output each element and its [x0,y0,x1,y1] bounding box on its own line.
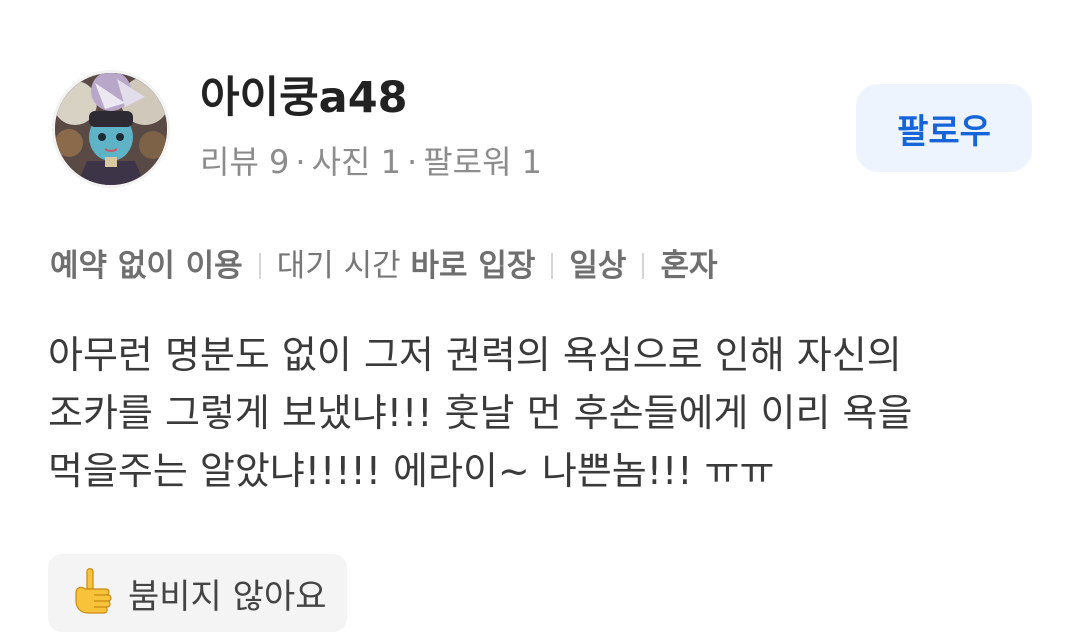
review-line: 조카를 그렇게 보냈냐!!! 훗날 먼 후손들에게 이리 욕을 [48,391,913,435]
tag-divider [551,253,554,279]
stats-separator: · [295,143,306,181]
follower-count: 팔로워 1 [423,143,543,181]
photo-count: 사진 1 [311,143,402,181]
reaction-label: 붐비지 않아요 [128,576,327,617]
review-line: 먹을주는 알았냐!!!!! 에라이~ 나쁜놈!!! ㅠㅠ [48,449,775,493]
tag-wait-prefix: 대기 시간 [276,248,401,284]
profile-stats: 리뷰 9 · 사진 1 · 팔로워 1 [200,140,542,184]
pointing-up-hand-icon [75,568,112,614]
follow-button[interactable]: 팔로우 [856,84,1032,172]
tag-companion: 혼자 [660,248,718,284]
tag-visit-type: 예약 없이 이용 [50,248,243,284]
review-card: 아이쿵a48 리뷰 9 · 사진 1 · 팔로워 1 팔로우 예약 없이 이용 대기 시간… [0,0,1080,639]
tag-divider [258,253,261,279]
review-body[interactable]: 아무런 명분도 없이 그저 권력의 욕심으로 인해 자신의 조카를 그렇게 보냈… [48,326,1038,500]
avatar[interactable] [52,70,170,188]
review-line: 아무런 명분도 없이 그저 권력의 욕심으로 인해 자신의 [48,333,902,377]
avatar-image [55,73,167,185]
tag-purpose: 일상 [569,248,627,284]
username[interactable]: 아이쿵a48 [200,70,408,126]
stats-separator: · [407,143,418,181]
tag-wait-value: 바로 입장 [410,248,536,284]
tag-divider [642,253,645,279]
review-count: 리뷰 9 [200,143,290,181]
visit-tags: 예약 없이 이용 대기 시간 바로 입장 일상 혼자 [50,244,717,288]
reaction-badge: 붐비지 않아요 [48,554,347,632]
